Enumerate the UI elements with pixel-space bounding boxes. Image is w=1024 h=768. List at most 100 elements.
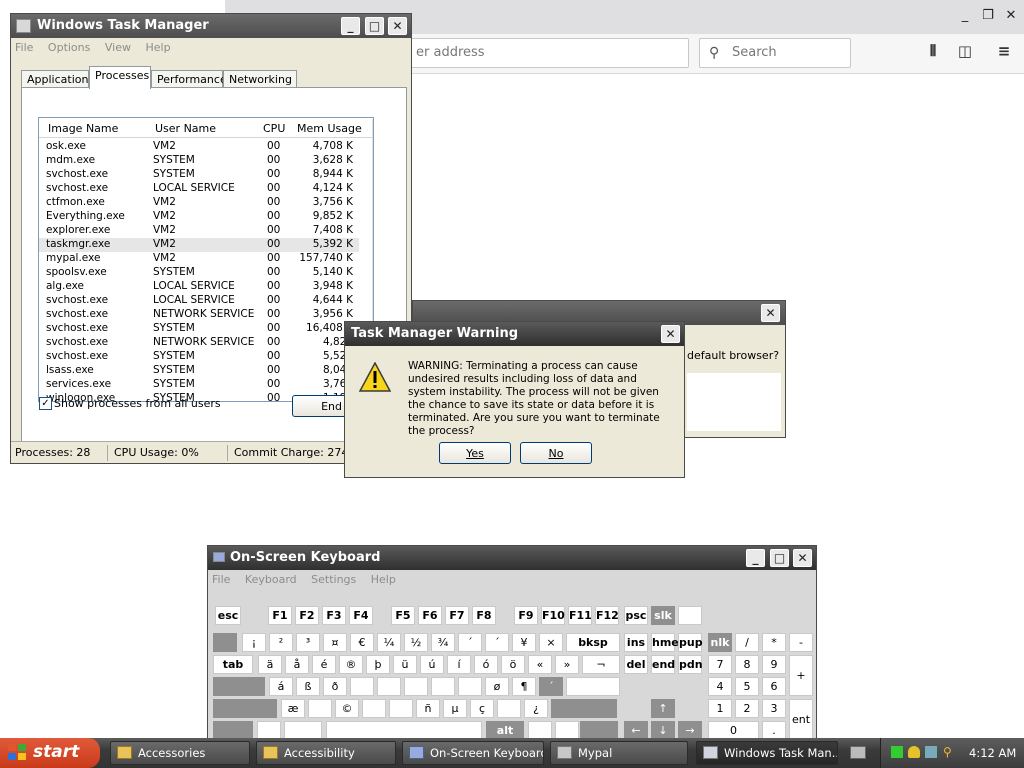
minimize-icon[interactable]: _ <box>954 6 976 26</box>
key[interactable]: F1 <box>268 606 292 625</box>
minimize-button[interactable]: _ <box>341 17 360 35</box>
network-icon[interactable] <box>891 746 903 758</box>
key[interactable]: þ <box>366 655 390 674</box>
key[interactable]: ² <box>269 633 293 652</box>
key[interactable]: ¤ <box>323 633 347 652</box>
key[interactable]: ß <box>296 677 320 696</box>
key[interactable] <box>377 677 401 696</box>
menu-file[interactable]: File <box>212 573 230 586</box>
key[interactable]: 6 <box>762 677 786 696</box>
key[interactable]: í <box>447 655 471 674</box>
key[interactable]: end <box>651 655 675 674</box>
key[interactable]: 8 <box>735 655 759 674</box>
task-windows-task-manager[interactable]: Windows Task Man... <box>696 741 838 765</box>
key[interactable]: F6 <box>418 606 442 625</box>
key[interactable]: tab <box>213 655 253 674</box>
keyboard-titlebar[interactable]: On-Screen Keyboard _ □ ✕ <box>208 546 816 570</box>
key[interactable]: ú <box>420 655 444 674</box>
menu-keyboard[interactable]: Keyboard <box>245 573 297 586</box>
menu-options[interactable]: Options <box>48 41 90 54</box>
key[interactable] <box>404 677 428 696</box>
process-list[interactable]: Image Name User Name CPU Mem Usage osk.e… <box>38 117 374 402</box>
yes-button[interactable]: Yes <box>439 442 511 464</box>
key[interactable]: F3 <box>322 606 346 625</box>
key[interactable]: ins <box>624 633 648 652</box>
key[interactable]: ¼ <box>377 633 401 652</box>
menu-settings[interactable]: Settings <box>311 573 356 586</box>
key[interactable]: å <box>285 655 309 674</box>
key[interactable]: ð <box>323 677 347 696</box>
key[interactable]: F9 <box>514 606 538 625</box>
key[interactable]: bksp <box>566 633 620 652</box>
task-accessories[interactable]: Accessories <box>110 741 250 765</box>
key[interactable] <box>213 699 277 718</box>
minimize-button[interactable]: _ <box>746 549 765 567</box>
key[interactable]: 2 <box>735 699 759 718</box>
start-button[interactable]: start <box>0 738 100 768</box>
close-icon[interactable]: ✕ <box>1000 6 1022 26</box>
sidebar-icon[interactable]: ◫ <box>954 42 976 64</box>
key[interactable]: « <box>528 655 552 674</box>
key[interactable]: ¿ <box>524 699 548 718</box>
key[interactable]: F10 <box>541 606 565 625</box>
key[interactable]: ¬ <box>582 655 620 674</box>
table-row[interactable]: Everything.exe VM2 00 9,852 K <box>39 210 359 224</box>
key[interactable] <box>458 677 482 696</box>
key[interactable] <box>678 606 702 625</box>
table-row[interactable]: lsass.exe SYSTEM 00 8,040 <box>39 364 359 378</box>
task-mypal[interactable]: Mypal <box>550 741 688 765</box>
table-row[interactable]: alg.exe LOCAL SERVICE 00 3,948 K <box>39 280 359 294</box>
key[interactable]: slk <box>651 606 675 625</box>
key[interactable]: F12 <box>595 606 619 625</box>
key[interactable]: pup <box>678 633 703 652</box>
key[interactable] <box>213 633 237 652</box>
key[interactable]: ø <box>485 677 509 696</box>
key[interactable]: ñ <box>416 699 440 718</box>
tab-applications[interactable]: Applications <box>21 70 94 88</box>
close-button[interactable]: ✕ <box>661 325 680 343</box>
key[interactable]: - <box>789 633 813 652</box>
scroll-up-icon[interactable]: ▲ <box>373 119 374 135</box>
key[interactable] <box>362 699 386 718</box>
key[interactable]: ó <box>474 655 498 674</box>
table-row[interactable]: svchost.exe SYSTEM 00 16,408 K <box>39 322 359 336</box>
keyboard-tray-icon[interactable] <box>850 746 866 759</box>
key[interactable]: 4 <box>708 677 732 696</box>
address-bar[interactable]: er address <box>405 38 689 68</box>
key[interactable]: ½ <box>404 633 428 652</box>
table-row[interactable]: explorer.exe VM2 00 7,408 K <box>39 224 359 238</box>
key[interactable]: F7 <box>445 606 469 625</box>
col-mem-usage[interactable]: Mem Usage <box>297 122 362 135</box>
library-icon[interactable]: ⫴ <box>922 42 944 64</box>
tab-networking[interactable]: Networking <box>223 70 297 88</box>
restore-icon[interactable]: ❐ <box>977 6 999 26</box>
key[interactable]: é <box>312 655 336 674</box>
menu-file[interactable]: File <box>15 41 33 54</box>
key[interactable]: esc <box>215 606 241 625</box>
close-button[interactable]: ✕ <box>388 17 407 35</box>
menu-view[interactable]: View <box>105 41 131 54</box>
key[interactable]: á <box>269 677 293 696</box>
key[interactable]: pdn <box>678 655 703 674</box>
table-row[interactable]: mdm.exe SYSTEM 00 3,628 K <box>39 154 359 168</box>
key[interactable]: € <box>350 633 374 652</box>
key[interactable]: 3 <box>762 699 786 718</box>
key[interactable]: 9 <box>762 655 786 674</box>
key[interactable] <box>497 699 521 718</box>
col-cpu[interactable]: CPU <box>263 122 285 135</box>
key[interactable]: ö <box>501 655 525 674</box>
no-button[interactable]: No <box>520 442 592 464</box>
table-row[interactable]: spoolsv.exe SYSTEM 00 5,140 K <box>39 266 359 280</box>
show-all-users-checkbox[interactable]: ✓ <box>39 397 52 410</box>
key[interactable] <box>566 677 620 696</box>
key[interactable]: 5 <box>735 677 759 696</box>
key[interactable]: nlk <box>708 633 732 652</box>
menu-help[interactable]: Help <box>371 573 396 586</box>
key[interactable]: © <box>335 699 359 718</box>
key[interactable]: / <box>735 633 759 652</box>
table-row[interactable]: taskmgr.exe VM2 00 5,392 K <box>39 238 359 252</box>
task-manager-titlebar[interactable]: Windows Task Manager _ □ ✕ <box>11 14 411 38</box>
tab-performance[interactable]: Performance <box>151 70 227 88</box>
key[interactable] <box>389 699 413 718</box>
key[interactable]: ä <box>258 655 282 674</box>
